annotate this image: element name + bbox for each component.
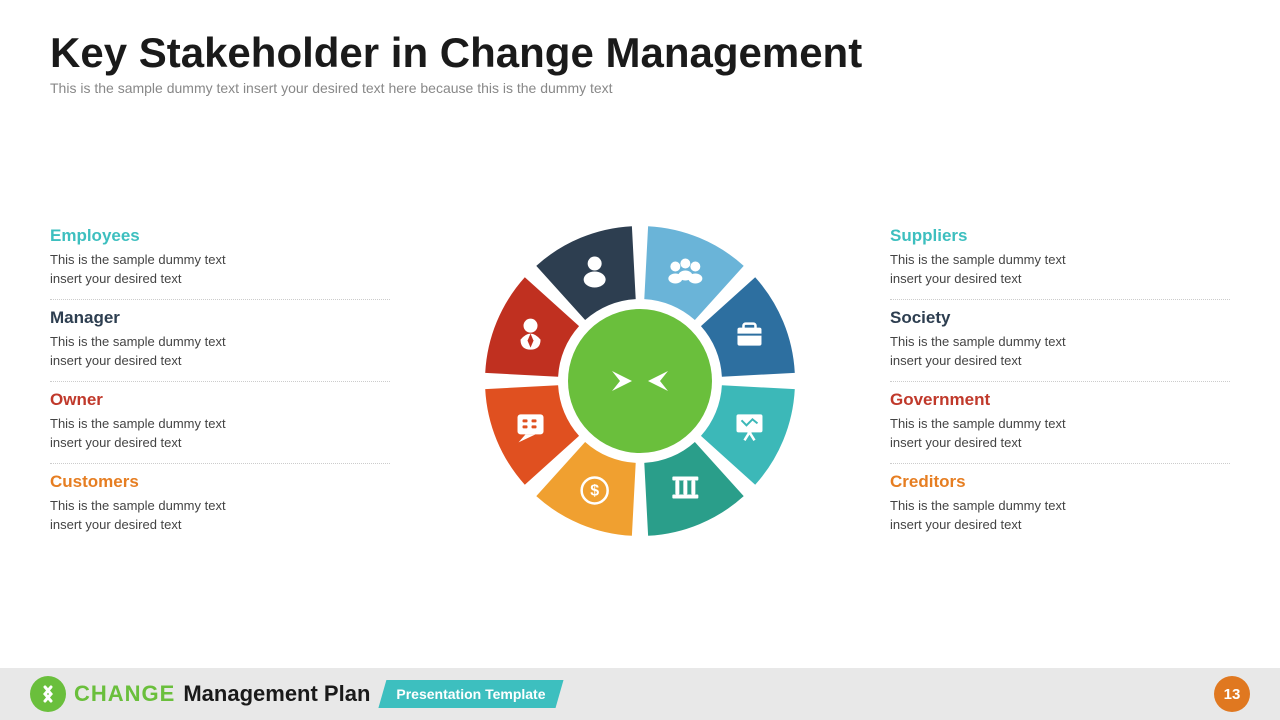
page-subtitle: This is the sample dummy text insert you… — [50, 80, 1230, 96]
society-desc: This is the sample dummy textinsert your… — [890, 332, 1230, 371]
footer-brand-change: CHANGE — [74, 681, 175, 707]
government-title: Government — [890, 390, 1230, 410]
footer-page-number: 13 — [1214, 676, 1250, 712]
stakeholder-manager: Manager This is the sample dummy textins… — [50, 300, 390, 382]
page-title: Key Stakeholder in Change Management — [50, 30, 1230, 76]
society-title: Society — [890, 308, 1230, 328]
government-desc: This is the sample dummy textinsert your… — [890, 414, 1230, 453]
stakeholder-government: Government This is the sample dummy text… — [890, 382, 1230, 464]
footer-template-badge: Presentation Template — [378, 680, 563, 708]
center-panel: $ — [390, 211, 890, 551]
manager-title: Manager — [50, 308, 390, 328]
svg-text:$: $ — [590, 483, 599, 500]
owner-desc: This is the sample dummy textinsert your… — [50, 414, 390, 453]
footer-left: CHANGE Management Plan Presentation Temp… — [30, 676, 564, 712]
employees-title: Employees — [50, 226, 390, 246]
main-content: Key Stakeholder in Change Management Thi… — [0, 0, 1280, 668]
stakeholder-society: Society This is the sample dummy textins… — [890, 300, 1230, 382]
creditors-desc: This is the sample dummy textinsert your… — [890, 496, 1230, 535]
wheel-icon-employees — [668, 259, 702, 284]
right-panel: Suppliers This is the sample dummy texti… — [890, 218, 1230, 545]
suppliers-desc: This is the sample dummy textinsert your… — [890, 250, 1230, 289]
suppliers-title: Suppliers — [890, 226, 1230, 246]
creditors-title: Creditors — [890, 472, 1230, 492]
owner-title: Owner — [50, 390, 390, 410]
wheel-icon-government — [672, 477, 698, 499]
title-section: Key Stakeholder in Change Management Thi… — [50, 30, 1230, 96]
stakeholder-creditors: Creditors This is the sample dummy texti… — [890, 464, 1230, 545]
stakeholder-customers: Customers This is the sample dummy texti… — [50, 464, 390, 545]
wheel-chart: $ — [470, 211, 810, 551]
stakeholder-suppliers: Suppliers This is the sample dummy texti… — [890, 218, 1230, 300]
footer: CHANGE Management Plan Presentation Temp… — [0, 668, 1280, 720]
footer-logo — [30, 676, 66, 712]
wheel-center-circle — [568, 309, 712, 453]
stakeholder-employees: Employees This is the sample dummy texti… — [50, 218, 390, 300]
stakeholder-owner: Owner This is the sample dummy textinser… — [50, 382, 390, 464]
customers-desc: This is the sample dummy textinsert your… — [50, 496, 390, 535]
left-panel: Employees This is the sample dummy texti… — [50, 218, 390, 545]
manager-desc: This is the sample dummy textinsert your… — [50, 332, 390, 371]
employees-desc: This is the sample dummy textinsert your… — [50, 250, 390, 289]
footer-brand-mgmt: Management Plan — [183, 681, 370, 707]
customers-title: Customers — [50, 472, 390, 492]
content-area: Employees This is the sample dummy texti… — [50, 114, 1230, 648]
